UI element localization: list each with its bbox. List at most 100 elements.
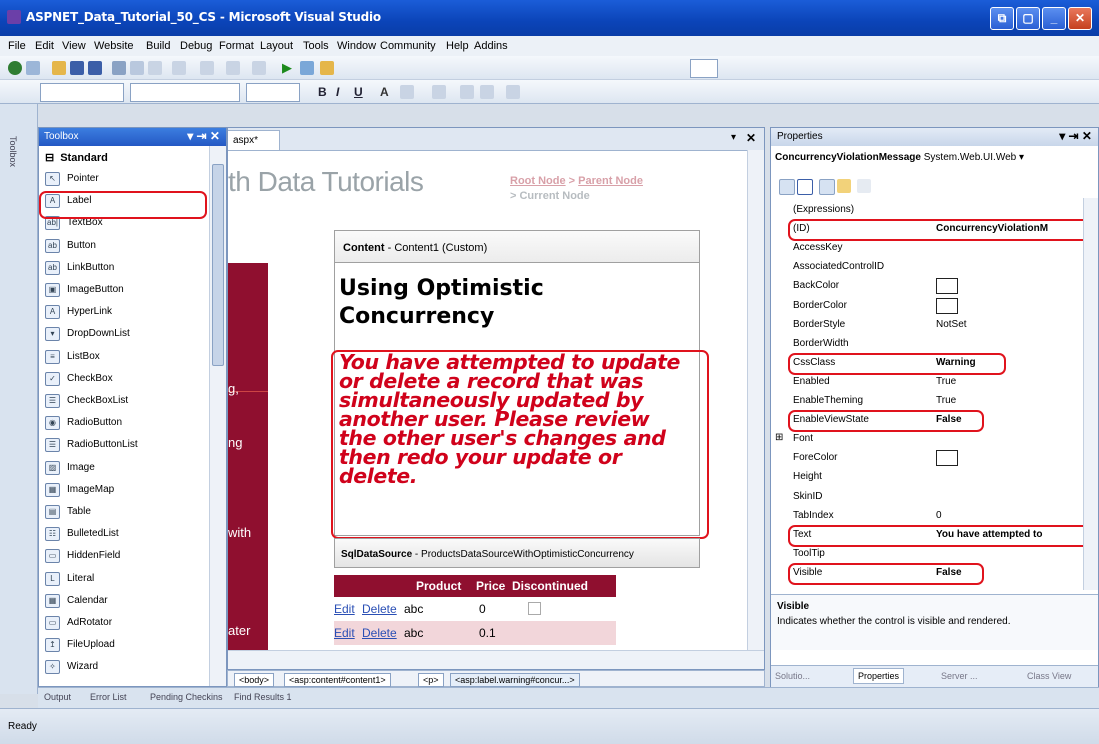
property-row-enabletheming[interactable]: EnableTheming True: [791, 392, 1081, 411]
property-grid-scrollbar[interactable]: [1083, 198, 1098, 590]
cut-icon[interactable]: [112, 61, 126, 75]
toolbox-item-wizard[interactable]: ✧ Wizard: [43, 656, 207, 678]
discontinued-checkbox[interactable]: [528, 602, 541, 615]
toolbox-strip-tab[interactable]: Toolbox: [8, 136, 18, 167]
toolbox-item-hiddenfield[interactable]: ▭ HiddenField: [43, 545, 207, 567]
tab-output[interactable]: Output: [44, 692, 71, 702]
copy-icon[interactable]: [130, 61, 144, 75]
delete-link[interactable]: Delete: [362, 602, 397, 616]
property-row-borderwidth[interactable]: BorderWidth: [791, 335, 1081, 354]
toolbox-section-standard[interactable]: Standard: [60, 152, 108, 164]
font-color-button[interactable]: A: [380, 85, 389, 99]
property-row-text[interactable]: Text You have attempted to: [788, 524, 1096, 547]
property-value[interactable]: 0: [936, 510, 942, 521]
menu-file[interactable]: File: [8, 40, 26, 52]
property-pages-icon[interactable]: [857, 179, 871, 193]
redo-icon[interactable]: [200, 61, 214, 75]
property-row-accesskey[interactable]: AccessKey: [791, 239, 1081, 258]
breadcrumb-parent[interactable]: Parent Node: [578, 175, 643, 187]
designer-vertical-scrollbar[interactable]: [747, 150, 764, 650]
save-icon[interactable]: [70, 61, 84, 75]
menu-format[interactable]: Format: [219, 40, 254, 52]
toolbox-item-listbox[interactable]: ≡ ListBox: [43, 346, 207, 368]
menu-tools[interactable]: Tools: [303, 40, 329, 52]
undo-icon[interactable]: [172, 61, 186, 75]
events-icon[interactable]: [837, 179, 851, 193]
properties-icon[interactable]: [819, 179, 835, 195]
close-icon[interactable]: ▾ ⇥ ✕: [187, 129, 220, 143]
edit-link[interactable]: Edit: [334, 626, 355, 640]
tab-error-list[interactable]: Error List: [90, 692, 127, 702]
toolbox-item-linkbutton[interactable]: ab LinkButton: [43, 257, 207, 279]
paste-icon[interactable]: [148, 61, 162, 75]
unordered-list-icon[interactable]: [480, 85, 494, 99]
tab-server-explorer[interactable]: Server ...: [941, 671, 978, 681]
save-all-icon[interactable]: [88, 61, 102, 75]
solution-explorer-icon[interactable]: [320, 61, 334, 75]
property-value[interactable]: True: [936, 376, 956, 387]
property-row-forecolor[interactable]: ForeColor: [791, 449, 1081, 468]
underline-button[interactable]: U: [354, 85, 363, 99]
font-size-dropdown[interactable]: [246, 83, 300, 102]
tag-p[interactable]: <p>: [418, 673, 444, 687]
property-row-height[interactable]: Height: [791, 468, 1081, 487]
property-value[interactable]: NotSet: [936, 319, 967, 330]
alphabetical-icon[interactable]: [797, 179, 813, 195]
toolbox-item-image[interactable]: ▨ Image: [43, 457, 207, 479]
find-icon[interactable]: [300, 61, 314, 75]
menu-help[interactable]: Help: [446, 40, 469, 52]
edit-link[interactable]: Edit: [334, 602, 355, 616]
menu-view[interactable]: View: [62, 40, 86, 52]
toolbox-item-pointer[interactable]: ↖ Pointer: [43, 168, 207, 190]
restore-icon[interactable]: ⧉: [990, 7, 1014, 30]
open-folder-icon[interactable]: [52, 61, 66, 75]
color-swatch[interactable]: [936, 450, 958, 467]
toolbox-item-radiobutton[interactable]: ◉ RadioButton: [43, 412, 207, 434]
toolbox-item-checkbox[interactable]: ✓ CheckBox: [43, 368, 207, 390]
tab-pending-checkins[interactable]: Pending Checkins: [150, 692, 223, 702]
property-row-font[interactable]: ⊞ Font: [775, 430, 1081, 449]
ordered-list-icon[interactable]: [460, 85, 474, 99]
tab-document[interactable]: aspx*: [228, 130, 280, 150]
add-item-icon[interactable]: [26, 61, 40, 75]
justify-icon[interactable]: [432, 85, 446, 99]
designer-horizontal-scrollbar[interactable]: [228, 650, 764, 669]
block-format-dropdown[interactable]: [40, 83, 124, 102]
toolbox-item-literal[interactable]: L Literal: [43, 568, 207, 590]
property-row-visible[interactable]: Visible False: [788, 562, 1081, 585]
italic-button[interactable]: I: [336, 85, 339, 99]
property-row-id[interactable]: (ID) ConcurrencyViolationM: [788, 219, 1096, 242]
toolbox-item-imagebutton[interactable]: ▣ ImageButton: [43, 279, 207, 301]
color-swatch[interactable]: [936, 278, 958, 295]
categorized-icon[interactable]: [779, 179, 795, 195]
toolbox-item-adrotator[interactable]: ▭ AdRotator: [43, 612, 207, 634]
pin-icon[interactable]: ▾ ⇥ ✕: [1059, 129, 1092, 143]
property-value[interactable]: True: [936, 395, 956, 406]
menu-community[interactable]: Community: [380, 40, 436, 52]
toolbox-item-hyperlink[interactable]: A HyperLink: [43, 301, 207, 323]
menu-build[interactable]: Build: [146, 40, 170, 52]
menu-window[interactable]: Window: [337, 40, 376, 52]
highlight-icon[interactable]: [400, 85, 414, 99]
tab-class-view[interactable]: Class View: [1027, 671, 1071, 681]
toolbox-item-bulletedlist[interactable]: ☷ BulletedList: [43, 523, 207, 545]
property-row-skinid[interactable]: SkinID: [791, 488, 1081, 507]
toolbar-options-dropdown[interactable]: [690, 59, 718, 78]
object-selector[interactable]: ConcurrencyViolationMessage System.Web.U…: [775, 152, 1096, 170]
property-row-cssclass[interactable]: CssClass Warning: [788, 352, 1081, 375]
property-row-tabindex[interactable]: TabIndex 0: [791, 507, 1081, 526]
maximize-icon[interactable]: ▢: [1016, 7, 1040, 30]
toolbox-item-checkboxlist[interactable]: ☰ CheckBoxList: [43, 390, 207, 412]
toolbox-scroll-thumb[interactable]: [212, 164, 224, 366]
toolbox-item-fileupload[interactable]: ↥ FileUpload: [43, 634, 207, 656]
collapse-section-icon[interactable]: ⊟: [45, 152, 54, 164]
tag-label[interactable]: <asp:label.warning#concur...>: [450, 673, 580, 687]
tab-properties[interactable]: Properties: [853, 668, 905, 684]
navigate-back-icon[interactable]: [226, 61, 240, 75]
menu-debug[interactable]: Debug: [180, 40, 212, 52]
delete-link[interactable]: Delete: [362, 626, 397, 640]
toolbox-item-radiobuttonlist[interactable]: ☰ RadioButtonList: [43, 434, 207, 456]
toolbox-item-table[interactable]: ▤ Table: [43, 501, 207, 523]
property-row-backcolor[interactable]: BackColor: [791, 277, 1081, 296]
tab-dropdown-icon[interactable]: ▾: [731, 132, 736, 143]
